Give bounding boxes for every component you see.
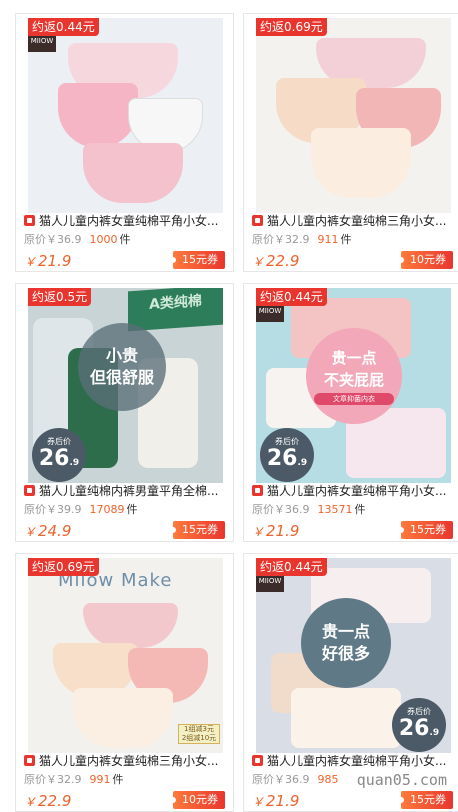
product-card[interactable]: Miiow Make 1组减3元 2组减10元 约返0.69元 猫人儿童内裤女童纯… xyxy=(15,553,234,812)
rebate-badge: 约返0.44元 xyxy=(28,18,99,36)
tmall-icon xyxy=(24,755,35,766)
product-image[interactable] xyxy=(256,18,451,213)
product-title[interactable]: 猫人儿童内裤女童纯棉平角小女... xyxy=(252,752,457,770)
coupon-button[interactable]: 15元券 xyxy=(398,791,453,809)
product-image[interactable]: MIIOW xyxy=(28,18,223,213)
product-title[interactable]: 猫人儿童内裤女童纯棉三角小女... xyxy=(252,212,457,230)
coupon-button[interactable]: 10元券 xyxy=(398,251,453,269)
product-grid: MIIOW 约返0.44元 猫人儿童内裤女童纯棉平角小女... 原价￥36.9 1… xyxy=(0,0,458,812)
rebate-badge: 约返0.5元 xyxy=(28,288,92,306)
price: ￥ 21.9 xyxy=(252,522,300,540)
rebate-badge: 约返0.69元 xyxy=(256,18,327,36)
product-meta: 原价￥36.9 985 xyxy=(252,773,339,786)
tmall-icon xyxy=(252,755,263,766)
product-title[interactable]: 猫人儿童内裤女童纯棉三角小女... xyxy=(24,752,229,770)
product-card[interactable]: MIIOW 约返0.44元 猫人儿童内裤女童纯棉平角小女... 原价￥36.9 1… xyxy=(15,13,234,272)
price: ￥ 21.9 xyxy=(252,792,300,810)
product-meta: 原价￥32.9 911 件 xyxy=(252,233,352,246)
rebate-badge: 约返0.44元 xyxy=(256,288,327,306)
banner: A类纯棉 xyxy=(128,288,223,332)
product-title[interactable]: 猫人儿童内裤女童纯棉平角小女... xyxy=(252,482,457,500)
coupon-button[interactable]: 15元券 xyxy=(398,521,453,539)
tmall-icon xyxy=(24,215,35,226)
promo-badge: 小贵 但很舒服 xyxy=(78,323,166,411)
watermark: quan05.com xyxy=(356,771,447,789)
rebate-badge: 约返0.44元 xyxy=(256,558,327,576)
product-meta: 原价￥32.9 991 件 xyxy=(24,773,124,786)
product-card[interactable]: A类纯棉 小贵 但很舒服 券后价 26.9 约返0.5元 猫人儿童纯棉内裤男童平角… xyxy=(15,283,234,542)
after-coupon-price: 券后价 26.9 xyxy=(260,428,314,482)
rebate-badge: 约返0.69元 xyxy=(28,558,99,576)
product-image[interactable]: A类纯棉 小贵 但很舒服 券后价 26.9 xyxy=(28,288,223,483)
tmall-icon xyxy=(252,215,263,226)
promo-badge: 贵一点 好很多 xyxy=(301,598,391,688)
product-card[interactable]: 约返0.69元 猫人儿童内裤女童纯棉三角小女... 原价￥32.9 911 件 ￥ 2… xyxy=(243,13,458,272)
product-image[interactable]: Miiow Make 1组减3元 2组减10元 xyxy=(28,558,223,753)
coupon-button[interactable]: 15元券 xyxy=(170,251,225,269)
product-meta: 原价￥39.9 17089 件 xyxy=(24,503,138,516)
price: ￥ 22.9 xyxy=(24,792,72,810)
product-image[interactable]: MIIOW 贵一点 好很多 券后价 26.9 xyxy=(256,558,451,753)
product-title[interactable]: 猫人儿童内裤女童纯棉平角小女... xyxy=(24,212,229,230)
after-coupon-price: 券后价 26.9 xyxy=(392,698,446,752)
price: ￥ 22.9 xyxy=(252,252,300,270)
coupon-button[interactable]: 10元券 xyxy=(170,791,225,809)
product-card[interactable]: MIIOW 贵一点 好很多 券后价 26.9 约返0.44元 猫人儿童内裤女童纯棉… xyxy=(243,553,458,812)
coupon-button[interactable]: 15元券 xyxy=(170,521,225,539)
after-coupon-price: 券后价 26.9 xyxy=(32,428,86,482)
promo-note: 1组减3元 2组减10元 xyxy=(178,724,220,744)
product-meta: 原价￥36.9 13571 件 xyxy=(252,503,366,516)
product-meta: 原价￥36.9 1000 件 xyxy=(24,233,131,246)
promo-badge: 贵一点 不夹屁屁 文章抑菌内衣 xyxy=(306,328,402,424)
product-title[interactable]: 猫人儿童纯棉内裤男童平角全棉... xyxy=(24,482,229,500)
tmall-icon xyxy=(252,485,263,496)
product-card[interactable]: MIIOW 贵一点 不夹屁屁 文章抑菌内衣 券后价 26.9 约返0.44元 猫人… xyxy=(243,283,458,542)
product-image[interactable]: MIIOW 贵一点 不夹屁屁 文章抑菌内衣 券后价 26.9 xyxy=(256,288,451,483)
tmall-icon xyxy=(24,485,35,496)
price: ￥ 21.9 xyxy=(24,252,72,270)
price: ￥ 24.9 xyxy=(24,522,72,540)
